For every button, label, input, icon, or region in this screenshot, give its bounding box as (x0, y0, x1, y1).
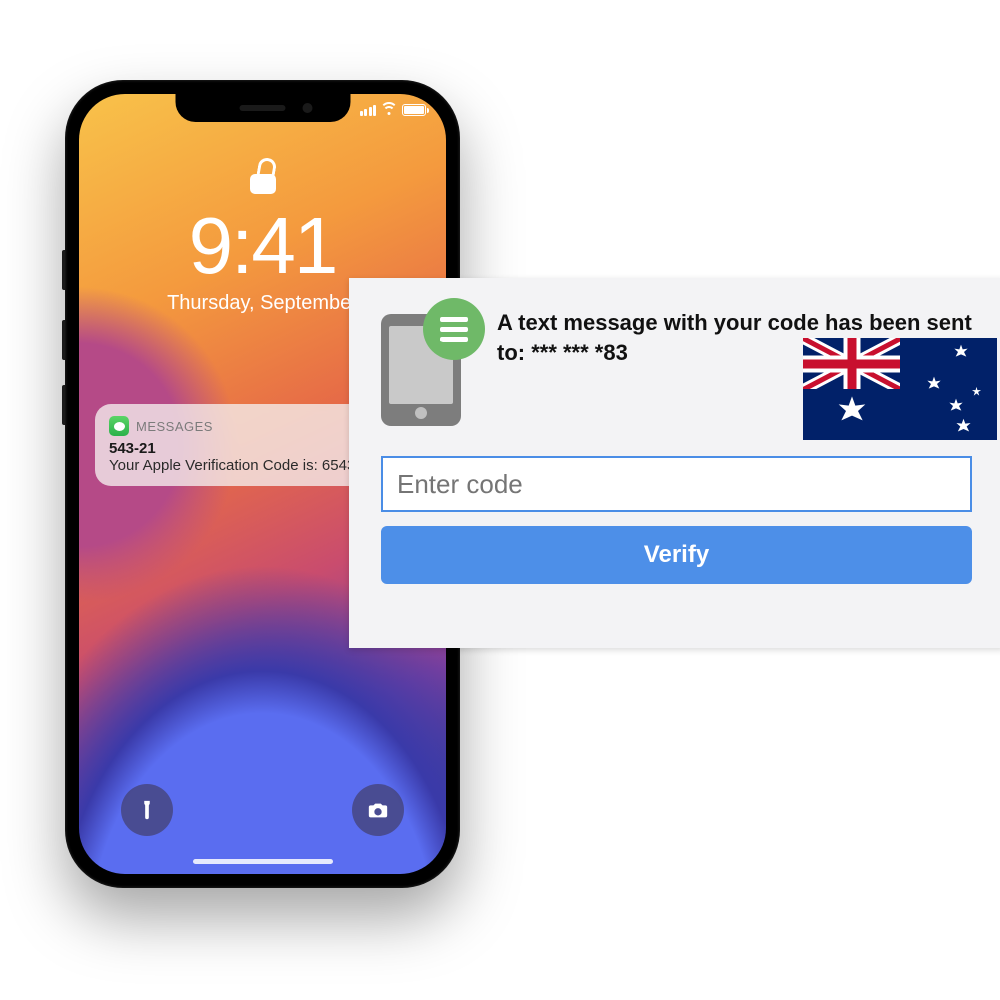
sms-bubble-icon (381, 306, 473, 426)
battery-icon (402, 104, 426, 116)
lock-time: 9:41 (79, 206, 446, 286)
notch (175, 94, 350, 122)
camera-icon (367, 799, 389, 821)
padlock-open-icon (250, 164, 276, 194)
australia-flag-icon (803, 338, 997, 440)
verify-button[interactable]: Verify (381, 526, 972, 584)
verify-panel: A text message with your code has been s… (349, 278, 1000, 648)
signal-icon (360, 105, 377, 116)
flashlight-icon (136, 799, 158, 821)
messages-icon (109, 416, 129, 436)
wifi-icon (381, 104, 397, 116)
camera-button[interactable] (352, 784, 404, 836)
flashlight-button[interactable] (121, 784, 173, 836)
home-indicator[interactable] (193, 859, 333, 864)
notification-app-label: MESSAGES (136, 419, 213, 434)
code-input[interactable] (381, 456, 972, 512)
